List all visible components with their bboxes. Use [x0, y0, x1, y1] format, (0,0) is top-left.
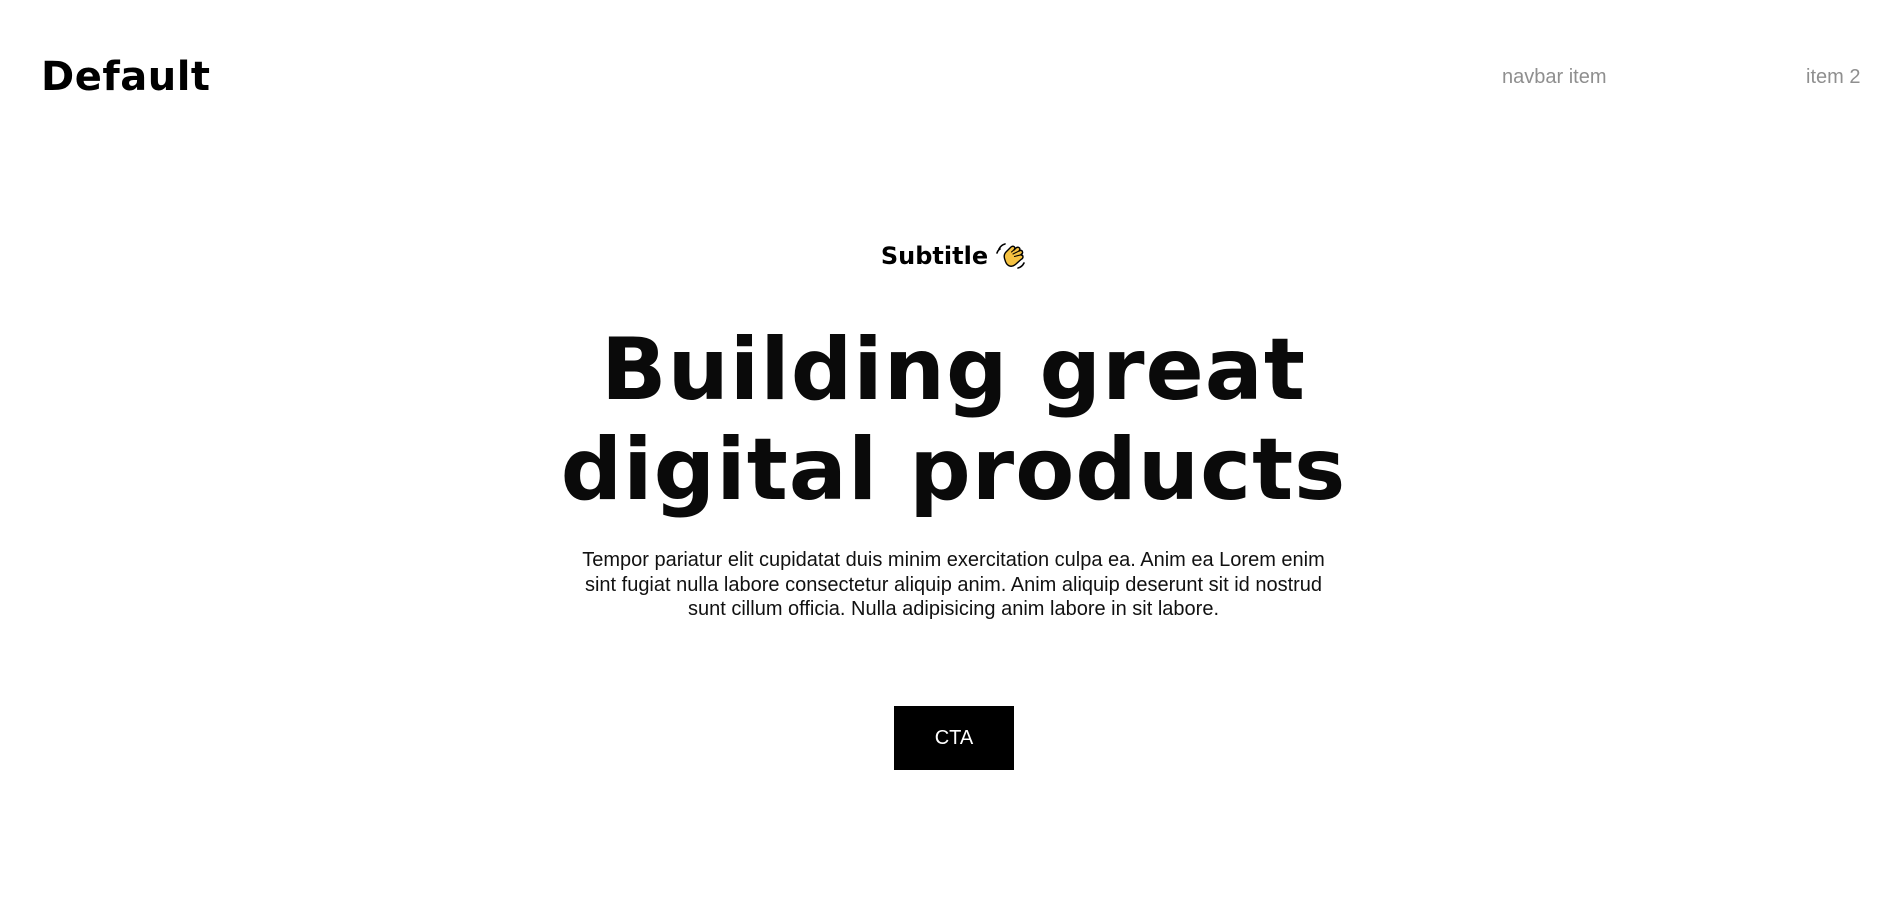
page: Default navbar item item 2 Subtitle Buil… — [0, 0, 1885, 904]
subtitle: Subtitle — [880, 242, 989, 270]
headline-line-1: Building great — [601, 320, 1306, 420]
waving-hand-icon — [996, 241, 1026, 271]
headline: Building great digital products — [0, 320, 1885, 520]
hero-description: Tempor pariatur elit cupidatat duis mini… — [582, 549, 1325, 620]
subtitle-row: Subtitle — [0, 240, 1885, 272]
headline-line-2: digital products — [560, 420, 1347, 520]
cta-button[interactable]: CTA — [894, 706, 1014, 770]
hero-section: Subtitle Building great digital products… — [0, 0, 1885, 904]
